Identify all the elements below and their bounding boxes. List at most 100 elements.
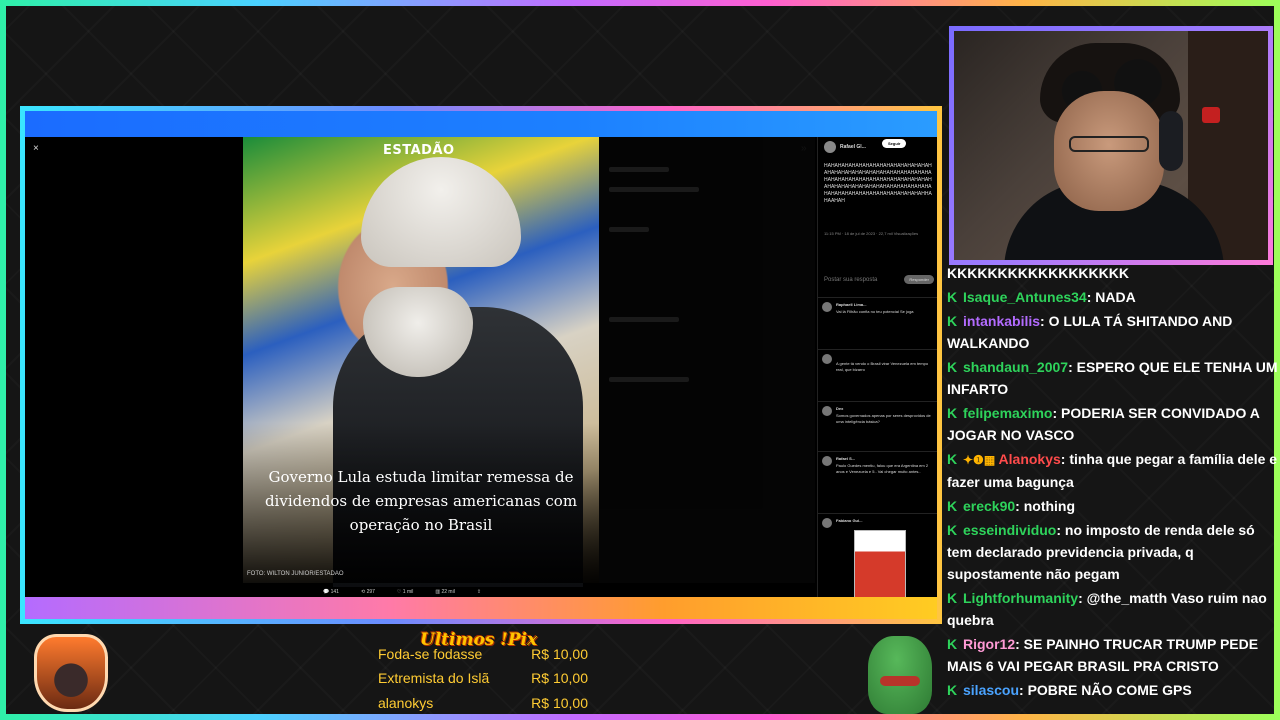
media-viewer: × » ESTADÃO Governo Lula estuda limitar … [27,137,937,601]
tweet-body: HAHAHAHAHAHAHAHAHAHAHAHAHAHAHAHAHAHAHAHA… [824,163,932,204]
chat-text: : nothing [1015,498,1076,514]
close-icon[interactable]: × [33,143,39,154]
reply-button[interactable]: Responder [904,275,934,284]
chat-text: : POBRE NÃO COME GPS [1019,682,1192,698]
pix-donor: Foda-se fodasse [378,646,483,662]
headset-icon [1159,111,1183,171]
like-count-value: 1 mil [402,589,414,595]
kick-icon: K [947,313,958,329]
chat-username[interactable]: felipemaximo [963,405,1052,421]
screen-capture-frame: × » ESTADÃO Governo Lula estuda limitar … [20,106,942,624]
dimmed-background [599,137,815,583]
reply-image[interactable] [854,530,906,600]
view-count[interactable]: ▥ 22 mil [435,589,454,595]
pix-amount: R$ 10,00 [531,646,588,662]
chat-text: : tinha que pegar a família dele e fazer… [947,451,1278,490]
news-image: ESTADÃO Governo Lula estuda limitar reme… [243,137,599,587]
pepe-frog-icon [868,636,932,714]
avatar[interactable] [822,456,832,466]
kick-icon: K [947,498,958,514]
reply-author[interactable]: Raphaell Lima... [836,302,866,307]
reply-author[interactable]: Rafael S... [836,456,855,461]
list-item[interactable]: Raphaell Lima... Vai lá Filhão confia no… [818,297,937,349]
kick-icon: K [947,289,958,305]
tweet-meta: 11:15 PM · 18 de jul de 2023 · 22,7 mil … [824,231,919,236]
chat-username[interactable]: silascou [963,682,1019,698]
photo-hair [361,157,521,267]
list-item[interactable]: Fabiano Gui... [818,513,937,601]
chat-message: Ksilascou: POBRE NÃO COME GPS [947,679,1279,701]
reply-count[interactable]: 💬 141 [323,589,339,595]
like-count[interactable]: ♡ 1 mil [397,589,413,595]
avatar[interactable] [822,354,832,364]
pix-amount: R$ 10,00 [531,670,588,686]
ghost-line [609,317,679,322]
chat-username[interactable]: shandaun_2007 [963,359,1068,375]
screen-capture: × » ESTADÃO Governo Lula estuda limitar … [25,111,937,619]
reply-count-value: 141 [330,589,339,595]
ghost-line [609,377,689,382]
reply-text: Somos governados apenas por seres despro… [836,413,931,424]
reply-input[interactable]: Postar sua resposta [824,277,877,283]
chat-message: Kesseindividuo: no imposto de renda dele… [947,519,1279,585]
avatar[interactable] [824,141,836,153]
reply-author[interactable]: Dex [836,406,843,411]
tweet-author[interactable]: Rafael Gl... [840,144,866,150]
chat-panel: KKKKKKKKKKKKKKKKKK K Isaque_Antunes34: NA… [947,262,1279,718]
chat-message: K ✦❶▦ Alanokys: tinha que pegar a família… [947,448,1279,493]
mascot-left-icon [34,634,108,712]
avatar[interactable] [822,518,832,528]
chat-username[interactable]: intankabilis [963,313,1040,329]
reply-author[interactable]: Fabiano Gui... [836,518,862,523]
chat-username[interactable]: Rigor12 [963,636,1015,652]
view-count-value: 22 mil [441,589,455,595]
avatar[interactable] [822,406,832,416]
reply-text: Paulo Guedes mentiu, falou que era Argen… [836,463,929,474]
tweet-sidebar: Rafael Gl... Seguir HAHAHAHAHAHAHAHAHAHA… [817,137,937,601]
list-item[interactable]: A gente tá vendo o Brasil virar Venezuel… [818,349,937,401]
chat-message: K Isaque_Antunes34: NADA [947,286,1279,308]
chat-message: K Lightforhumanity: @the_matth Vaso ruim … [947,587,1279,631]
chat-username[interactable]: Alanokys [999,451,1061,467]
chat-message: Kshandaun_2007: ESPERO QUE ELE TENHA UM … [947,356,1279,400]
avatar[interactable] [822,302,832,312]
capture-top-bar [25,111,937,137]
list-item[interactable]: Rafael S... Paulo Guedes mentiu, falou q… [818,451,937,513]
webcam-feed [954,31,1268,260]
kick-icon: K [947,451,958,467]
chat-message: Kfelipemaximo: PODERIA SER CONVIDADO A J… [947,402,1279,446]
streamer-glasses [1069,136,1149,152]
cam-red-object [1202,107,1220,123]
reply-text: Vai lá Filhão confia no teu potencial Se… [836,309,914,314]
pix-donor: alanokys [378,695,434,711]
repost-count-value: 297 [366,589,375,595]
estadao-logo: ESTADÃO [383,143,455,158]
kick-icon: K [947,522,958,538]
pix-row: Foda-se fodasse R$ 10,00 [378,646,588,662]
chat-message-partial: KKKKKKKKKKKKKKKKKK [947,265,1129,281]
photo-credit: FOTO: WILTON JUNIOR/ESTADAO [247,571,344,577]
chat-message: Kintankabilis: O LULA TÁ SHITANDO AND WA… [947,310,1279,354]
chat-username[interactable]: Lightforhumanity [963,590,1078,606]
kick-icon: K [947,682,958,698]
pix-donor: Extremista do Islã [378,670,490,686]
chat-username[interactable]: Isaque_Antunes34 [963,289,1087,305]
ghost-line [609,167,669,172]
capture-bottom-bar [25,597,937,619]
reply-text: A gente tá vendo o Brasil virar Venezuel… [836,361,929,372]
kick-icon: K [947,636,958,652]
stream-stage: × » ESTADÃO Governo Lula estuda limitar … [6,6,1278,714]
tweet-header: Rafael Gl... [824,141,866,153]
kick-icon: K [947,405,958,421]
pix-row: Extremista do Islã R$ 10,00 [378,670,588,686]
kick-icon: K [947,359,958,375]
news-headline: Governo Lula estuda limitar remessa de d… [264,468,578,534]
chat-message: K Rigor12: SE PAINHO TRUCAR TRUMP PEDE MA… [947,633,1279,677]
repost-count[interactable]: ⟲ 297 [361,589,375,595]
list-item[interactable]: Dex Somos governados apenas por seres de… [818,401,937,451]
follow-button[interactable]: Seguir [882,139,907,148]
share-icon[interactable]: ⇪ [477,589,481,595]
reply-composer: Postar sua resposta Responder [824,275,934,284]
chat-username[interactable]: esseindividuo [963,522,1056,538]
chat-username[interactable]: ereck90 [963,498,1015,514]
